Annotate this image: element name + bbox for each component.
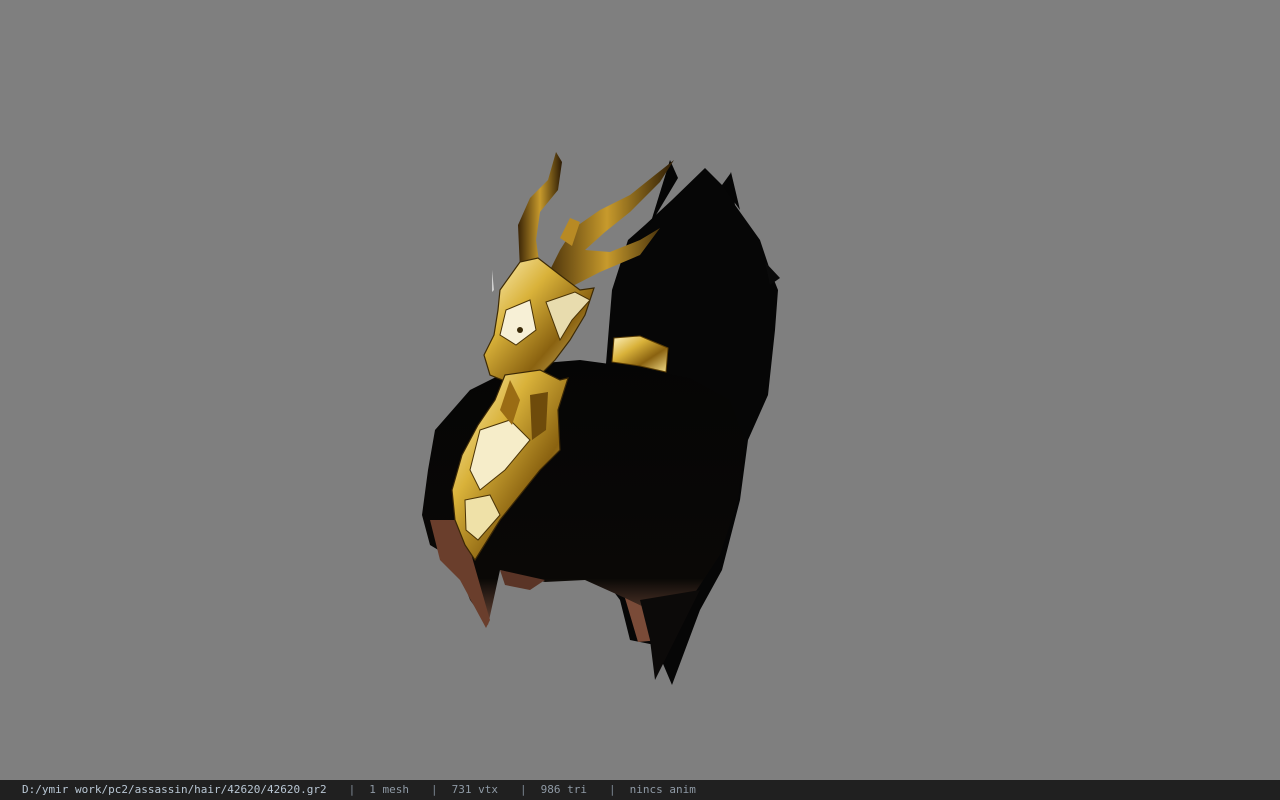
3d-viewport[interactable]	[0, 0, 1280, 780]
status-bar: D:/ymir work/pc2/assassin/hair/42620/426…	[0, 780, 1280, 800]
triangle-count: 986 tri	[540, 783, 587, 796]
file-path: D:/ymir work/pc2/assassin/hair/42620/426…	[22, 783, 327, 796]
vertex-count: 731 vtx	[451, 783, 498, 796]
left-horn	[518, 152, 562, 270]
status-separator: |	[520, 783, 527, 796]
status-separator: |	[608, 783, 616, 796]
animation-status: nincs anim	[629, 783, 696, 796]
hair-model-render	[422, 152, 780, 685]
status-separator: |	[431, 783, 438, 796]
status-separator: |	[348, 783, 356, 796]
mesh-count: 1 mesh	[369, 783, 410, 796]
